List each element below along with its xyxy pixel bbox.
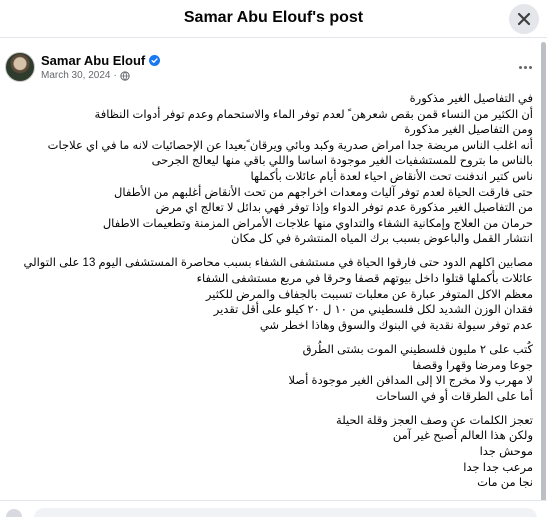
post-date[interactable]: March 30, 2024 [41, 70, 111, 81]
more-options-dot [523, 65, 527, 69]
post-line: في التفاصيل الغير مذكورة [409, 93, 533, 105]
post-line: نجا من مات [477, 477, 533, 490]
post-line: انتشار القمل والباعوض بسبب برك المياه ال… [231, 233, 533, 246]
post-paragraph: كُتب على ٢ مليون فلسطيني الموت بشتى الطُ… [0, 343, 533, 405]
post-line: بالناس ما بتروح للمستشفيات الغير موجودة … [151, 155, 533, 168]
commenter-avatar [6, 509, 22, 517]
post-line: حتى فارقت الحياة لعدم توفر آليات ومعدات … [113, 186, 533, 199]
post-line: من التفاصيل الغير مذكورة عدم توفر الدواء… [155, 202, 533, 215]
post-line: أن الكثير من النساء قمن بقص شعرهن ً لعدم… [94, 108, 533, 121]
author-name[interactable]: Samar Abu Elouf [41, 53, 145, 68]
author-name-row: Samar Abu Elouf [41, 53, 161, 68]
post-line: أما على الطرقات أو في الساحات [375, 390, 533, 403]
comment-footer [0, 500, 547, 517]
comment-input[interactable] [34, 508, 537, 517]
post-paragraph: في التفاصيل الغير مذكورة أن الكثير من ال… [0, 92, 533, 248]
more-options-dot [528, 65, 532, 69]
post-line: جوعا ومرضا وقهرا وقصفا [412, 359, 533, 372]
post-line: مرعب جدا جدا [463, 461, 533, 474]
dialog-scrollbar[interactable] [540, 42, 547, 502]
post-line: موحش جدا [479, 445, 533, 458]
post-line: حرمان من العلاج وإمكانية الشفاء والتداوي… [102, 217, 533, 230]
dialog-title: Samar Abu Elouf's post [183, 9, 364, 26]
close-icon [517, 12, 531, 26]
post-line: تعجز الكلمات عن وصف العجز وقلة الحيلة [336, 414, 533, 427]
post-paragraph: مصابين اكلهم الدود حتى فارقوا الحياة في … [0, 256, 534, 334]
post-line: عدم توفر سيولة نقدية في البنوك والسوق وه… [259, 319, 533, 332]
post-line: ولكن هذا العالم أصبح غير آمن [392, 430, 533, 443]
post-line: كُتب على ٢ مليون فلسطيني الموت بشتى الطُ… [302, 343, 533, 356]
post-meta: March 30, 2024 · [41, 70, 130, 81]
post-line: مصابين اكلهم الدود حتى فارقوا الحياة في … [23, 257, 534, 270]
dialog-header: Samar Abu Elouf's post [0, 0, 547, 38]
post-paragraph: تعجز الكلمات عن وصف العجز وقلة الحيلة ول… [0, 414, 533, 492]
post-line: معظم الاكل المتوفر عبارة عن معلبات تسببت… [205, 288, 533, 301]
more-options-button[interactable] [515, 60, 535, 74]
verified-badge-icon [149, 55, 161, 66]
author-avatar[interactable] [5, 52, 35, 82]
meta-separator: · [113, 70, 117, 81]
post-line: عائلات بأكملها قتلوا داخل بيوتهم قصفا وح… [196, 273, 533, 286]
globe-icon [120, 70, 130, 81]
post-line: ناس كتير اندفنت تحت الأنقاض احياء لعدة أ… [250, 170, 533, 183]
more-options-icon [518, 65, 522, 69]
post-line: لا مهرب ولا مخرج الا إلى المدافن الغير م… [288, 375, 533, 388]
scrollbar-thumb[interactable] [541, 42, 546, 502]
post-header: Samar Abu Elouf March 30, 2024 · [0, 50, 547, 90]
post-line: ومن التفاصيل الغير مذكورة [404, 124, 533, 137]
post-line: فقدان الوزن الشديد لكل فلسطيني من ١٠ ل ٢… [213, 304, 533, 317]
close-button[interactable] [509, 4, 539, 34]
post-text: في التفاصيل الغير مذكورة أن الكثير من ال… [0, 92, 534, 495]
post-line: أنه اغلب الناس مريضة جدا امراض صدرية وكب… [47, 139, 533, 152]
